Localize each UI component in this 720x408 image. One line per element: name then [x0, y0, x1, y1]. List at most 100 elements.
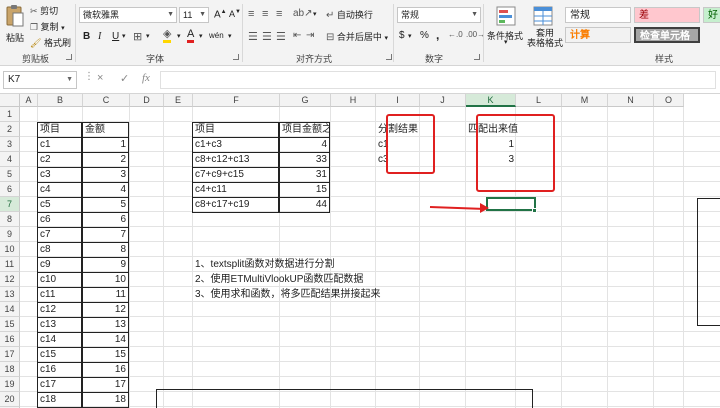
table1-amount-cell[interactable]: 2 [82, 152, 129, 168]
fill-color-icon[interactable]: ◈ [163, 29, 172, 43]
table2-sum-cell[interactable]: 4 [279, 137, 330, 153]
column-header-m[interactable]: M [562, 94, 608, 107]
row-header-17[interactable]: 17 [0, 347, 20, 362]
row-header-4[interactable]: 4 [0, 152, 20, 167]
table1-header-item[interactable]: 项目 [37, 122, 82, 138]
table1-item-cell[interactable]: c15 [37, 347, 82, 363]
table2-item-cell[interactable]: c1+c3 [192, 137, 279, 153]
table1-item-cell[interactable]: c2 [37, 152, 82, 168]
table1-amount-cell[interactable]: 13 [82, 317, 129, 333]
align-top-icon[interactable]: ≡ [248, 8, 254, 20]
chevron-down-icon[interactable]: ▾ [504, 38, 508, 46]
table1-amount-cell[interactable]: 12 [82, 302, 129, 318]
table2-sum-cell[interactable]: 33 [279, 152, 330, 168]
table1-item-cell[interactable]: c4 [37, 182, 82, 198]
font-color-icon[interactable]: A [187, 29, 195, 43]
cell-style-normal[interactable]: 常规 [565, 7, 631, 23]
clipboard-launcher-icon[interactable] [66, 54, 72, 60]
fill-handle[interactable] [532, 208, 537, 213]
active-cell-selection[interactable] [486, 197, 536, 211]
row-header-9[interactable]: 9 [0, 227, 20, 242]
column-header-j[interactable]: J [420, 94, 466, 107]
row-header-10[interactable]: 10 [0, 242, 20, 257]
table1-amount-cell[interactable]: 9 [82, 257, 129, 273]
row-header-18[interactable]: 18 [0, 362, 20, 377]
italic-button[interactable]: I [98, 31, 101, 42]
align-left-icon[interactable]: ☰ [248, 30, 258, 43]
row-header-13[interactable]: 13 [0, 287, 20, 302]
currency-button[interactable]: $ [399, 30, 405, 41]
table1-item-cell[interactable]: c12 [37, 302, 82, 318]
column-header-e[interactable]: E [164, 94, 193, 107]
table2-item-cell[interactable]: c7+c9+c15 [192, 167, 279, 183]
row-header-12[interactable]: 12 [0, 272, 20, 287]
row-header-3[interactable]: 3 [0, 137, 20, 152]
note-text[interactable]: 3、使用求和函数，将多匹配结果拼接起来 [193, 287, 381, 302]
column-header-c[interactable]: C [83, 94, 130, 107]
row-header-16[interactable]: 16 [0, 332, 20, 347]
table1-item-cell[interactable]: c5 [37, 197, 82, 213]
table1-amount-cell[interactable]: 5 [82, 197, 129, 213]
merge-center-button[interactable]: ⊟ 合并后居中 ▾ [326, 30, 388, 43]
cell-style-calculation[interactable]: 计算 [565, 27, 631, 43]
underline-button[interactable]: U [112, 31, 119, 42]
name-box[interactable]: K7 ▼ [3, 71, 77, 89]
column-header-l[interactable]: L [516, 94, 562, 107]
column-header-b[interactable]: B [38, 94, 83, 107]
chevron-down-icon[interactable]: ▾ [408, 32, 412, 40]
column-header-g[interactable]: G [280, 94, 331, 107]
column-header-h[interactable]: H [331, 94, 376, 107]
table2-header-item[interactable]: 项目 [192, 122, 279, 138]
chevron-down-icon[interactable]: ▾ [199, 32, 203, 40]
table1-item-cell[interactable]: c16 [37, 362, 82, 378]
formula-input[interactable] [160, 71, 716, 89]
table1-header-amount[interactable]: 金额 [82, 122, 129, 138]
table1-amount-cell[interactable]: 3 [82, 167, 129, 183]
table2-item-cell[interactable]: c8+c17+c19 [192, 197, 279, 213]
column-header-a[interactable]: A [20, 94, 38, 107]
column-header-k[interactable]: K [466, 94, 516, 107]
format-painter-button[interactable]: 🖌 格式刷 [30, 36, 71, 49]
chevron-down-icon[interactable]: ▾ [177, 32, 181, 40]
borders-icon[interactable]: ⊞ [133, 30, 142, 43]
enter-icon[interactable]: ✓ [120, 72, 129, 85]
table1-amount-cell[interactable]: 4 [82, 182, 129, 198]
align-bottom-icon[interactable]: ≡ [276, 8, 282, 20]
column-header-n[interactable]: N [608, 94, 654, 107]
column-header-o[interactable]: O [654, 94, 684, 107]
cut-button[interactable]: ✂ 剪切 [30, 4, 58, 17]
row-header-5[interactable]: 5 [0, 167, 20, 182]
cell-style-check-cell[interactable]: 检查单元格 [634, 27, 700, 43]
row-header-15[interactable]: 15 [0, 317, 20, 332]
font-size-combo[interactable]: 11 ▼ [179, 7, 209, 23]
table2-sum-cell[interactable]: 31 [279, 167, 330, 183]
increase-decimal-icon[interactable]: ←.0 [448, 30, 463, 39]
number-format-combo[interactable]: 常规 ▼ [397, 7, 481, 23]
table1-amount-cell[interactable]: 18 [82, 392, 129, 408]
table1-item-cell[interactable]: c13 [37, 317, 82, 333]
table2-header-sum[interactable]: 项目金额之和 [279, 122, 330, 138]
table1-item-cell[interactable]: c14 [37, 332, 82, 348]
insert-function-icon[interactable]: fx [142, 72, 150, 84]
font-name-combo[interactable]: 微软雅黑 ▼ [79, 7, 177, 23]
copy-button[interactable]: ❐ 复制 ▾ [30, 20, 65, 33]
table1-amount-cell[interactable]: 14 [82, 332, 129, 348]
table1-item-cell[interactable]: c1 [37, 137, 82, 153]
table2-sum-cell[interactable]: 44 [279, 197, 330, 213]
table1-amount-cell[interactable]: 6 [82, 212, 129, 228]
table1-amount-cell[interactable]: 15 [82, 347, 129, 363]
alignment-launcher-icon[interactable] [386, 54, 392, 60]
table1-item-cell[interactable]: c9 [37, 257, 82, 273]
phonetic-button[interactable]: wén [209, 31, 224, 40]
cell-style-good[interactable]: 好 [703, 7, 720, 23]
increase-indent-icon[interactable]: ⇥ [306, 30, 314, 41]
table-format-button[interactable]: 套用 表格格式 [527, 4, 563, 50]
table1-item-cell[interactable]: c8 [37, 242, 82, 258]
table1-amount-cell[interactable]: 10 [82, 272, 129, 288]
decrease-indent-icon[interactable]: ⇤ [293, 30, 301, 41]
cell-style-bad[interactable]: 差 [634, 7, 700, 23]
table1-amount-cell[interactable]: 8 [82, 242, 129, 258]
percent-button[interactable]: % [420, 30, 429, 41]
chevron-down-icon[interactable]: ▾ [146, 32, 150, 40]
paste-button[interactable]: 粘贴 [4, 4, 26, 48]
